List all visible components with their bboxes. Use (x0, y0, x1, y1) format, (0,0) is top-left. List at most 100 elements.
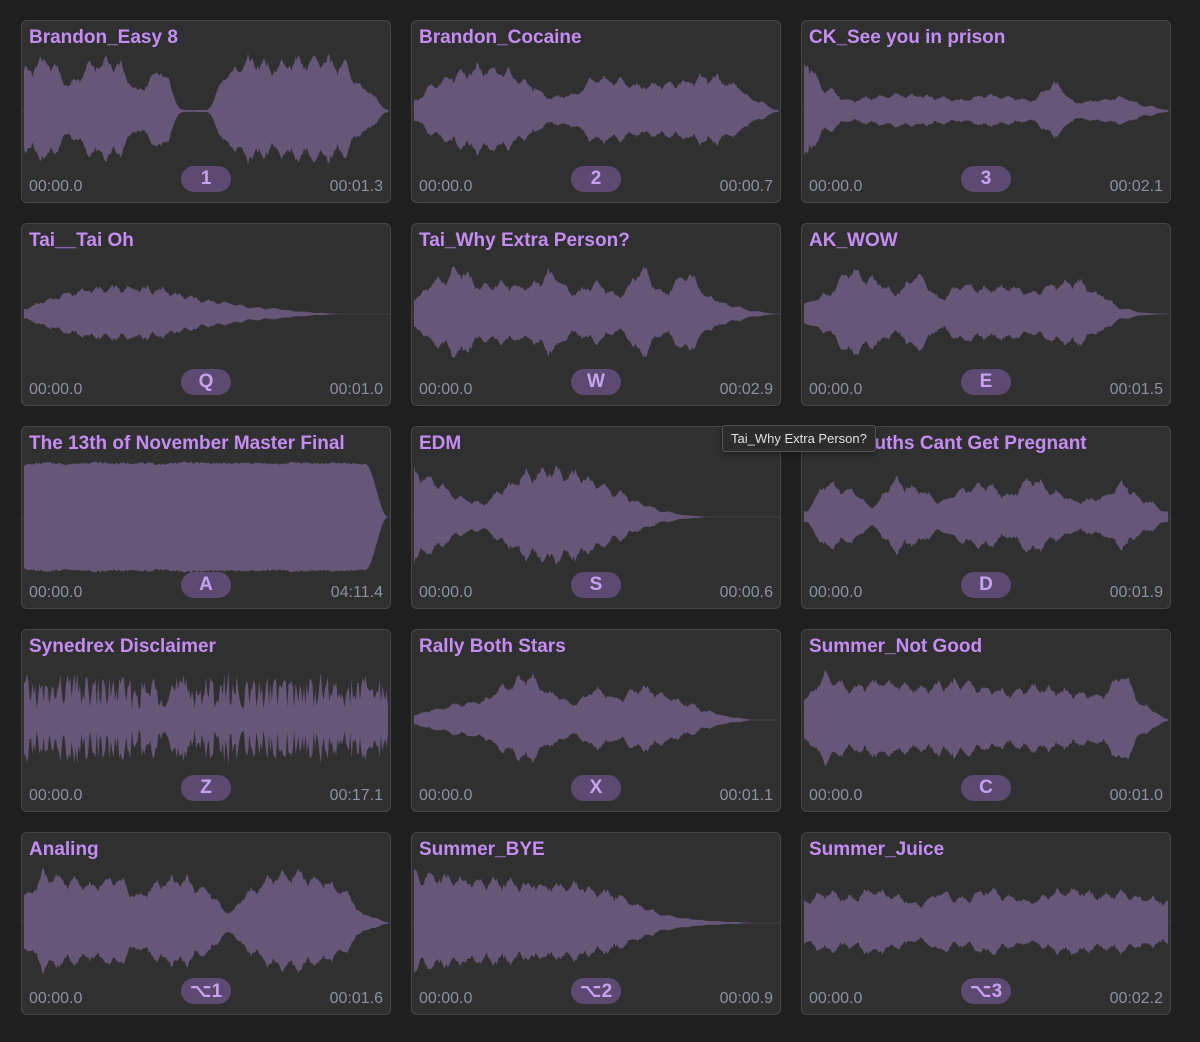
waveform-shape (804, 476, 1168, 555)
hotkey-badge: S (571, 572, 621, 598)
pad-title: Tai_Why Extra Person? (419, 230, 630, 251)
waveform (802, 887, 1170, 956)
hotkey-badge: W (571, 369, 621, 395)
sound-pad[interactable]: Summer_Not Good 00:00.0 C 00:01.0 (801, 629, 1171, 812)
waveform-shape (414, 266, 778, 358)
sound-pad[interactable]: Brandon_Easy 8 00:00.0 1 00:01.3 (21, 20, 391, 203)
start-time: 00:00.0 (809, 381, 863, 398)
pad-title: Rally Both Stars (419, 636, 566, 657)
end-time: 00:01.3 (329, 178, 383, 195)
pad-title: Summer_BYE (419, 839, 545, 860)
pad-title: Summer_Juice (809, 839, 945, 860)
end-time: 00:01.9 (1109, 584, 1163, 601)
pad-title: Synedrex Disclaimer (29, 636, 216, 657)
soundboard-grid: Brandon_Easy 8 00:00.0 1 00:01.3 Brandon_Coc… (21, 20, 1171, 1015)
waveform (802, 62, 1170, 156)
end-time: 04:11.4 (330, 584, 383, 601)
waveform-shape (24, 284, 388, 342)
sound-pad[interactable]: Synedrex Disclaimer 00:00.0 Z 00:17.1 (21, 629, 391, 812)
waveform-shape (414, 465, 778, 565)
pad-title: CK_See you in prison (809, 27, 1006, 48)
start-time: 00:00.0 (809, 990, 863, 1007)
start-time: 00:00.0 (29, 787, 83, 804)
waveform-shape (414, 868, 778, 973)
waveform (412, 672, 780, 764)
hotkey-badge: 3 (961, 166, 1011, 192)
start-time: 00:00.0 (29, 584, 83, 601)
waveform (412, 61, 780, 157)
end-time: 00:00.9 (719, 990, 773, 1007)
hotkey-badge: Z (181, 775, 231, 801)
end-time: 00:01.5 (1109, 381, 1163, 398)
waveform (412, 465, 780, 565)
start-time: 00:00.0 (29, 990, 83, 1007)
start-time: 00:00.0 (809, 584, 863, 601)
pad-title: The 13th of November Master Final (29, 433, 345, 454)
waveform (22, 284, 390, 342)
pad-title: AK_WOW (809, 230, 898, 251)
waveform-shape (804, 887, 1168, 956)
start-time: 00:00.0 (809, 787, 863, 804)
sound-pad[interactable]: Summer_Juice 00:00.0 ⌥3 00:02.2 (801, 832, 1171, 1015)
pad-title: Analing (29, 839, 99, 860)
waveform (802, 269, 1170, 356)
sound-pad[interactable]: Summer_BYE 00:00.0 ⌥2 00:00.9 (411, 832, 781, 1015)
start-time: 00:00.0 (419, 990, 473, 1007)
end-time: 00:01.0 (329, 381, 383, 398)
hotkey-badge: 1 (181, 166, 231, 192)
waveform (412, 868, 780, 973)
end-time: 00:01.6 (329, 990, 383, 1007)
pad-title: EDM (419, 433, 462, 454)
sound-pad[interactable]: AK_WOW 00:00.0 E 00:01.5 (801, 223, 1171, 406)
sound-pad[interactable]: Rally Both Stars 00:00.0 X 00:01.1 (411, 629, 781, 812)
hotkey-badge: E (961, 369, 1011, 395)
start-time: 00:00.0 (419, 584, 473, 601)
start-time: 00:00.0 (419, 787, 473, 804)
waveform (22, 867, 390, 974)
end-time: 00:00.6 (719, 584, 773, 601)
hotkey-badge: A (181, 572, 231, 598)
hotkey-badge: ⌥3 (961, 978, 1011, 1004)
waveform (412, 266, 780, 358)
end-time: 00:01.0 (1109, 787, 1163, 804)
sound-pad[interactable]: Brandon_Cocaine 00:00.0 2 00:00.7 (411, 20, 781, 203)
hotkey-badge: Q (181, 369, 231, 395)
waveform (802, 476, 1170, 555)
hotkey-badge: X (571, 775, 621, 801)
sound-pad[interactable]: CK_See you in prison 00:00.0 3 00:02.1 (801, 20, 1171, 203)
hotkey-badge: 2 (571, 166, 621, 192)
start-time: 00:00.0 (29, 381, 83, 398)
waveform (22, 461, 390, 573)
waveform (22, 53, 390, 165)
waveform-shape (414, 61, 778, 157)
sound-pad[interactable]: Tai_Why Extra Person? 00:00.0 W 00:02.9 (411, 223, 781, 406)
pad-title: Summer_Not Good (809, 636, 983, 657)
waveform-shape (24, 53, 388, 165)
waveform-shape (24, 867, 388, 974)
sound-pad[interactable]: Analing 00:00.0 ⌥1 00:01.6 (21, 832, 391, 1015)
sound-pad[interactable]: The 13th of November Master Final 00:00.0… (21, 426, 391, 609)
tooltip: Tai_Why Extra Person? (722, 425, 876, 452)
end-time: 00:02.9 (719, 381, 773, 398)
waveform-shape (414, 672, 778, 764)
waveform (802, 669, 1170, 766)
pad-title: Brandon_Easy 8 (29, 27, 178, 48)
sound-pad[interactable]: Tai__Tai Oh 00:00.0 Q 00:01.0 (21, 223, 391, 406)
hotkey-badge: D (961, 572, 1011, 598)
pad-title: Brandon_Cocaine (419, 27, 582, 48)
waveform-shape (24, 671, 388, 765)
start-time: 00:00.0 (419, 178, 473, 195)
end-time: 00:17.1 (329, 787, 383, 804)
waveform (22, 671, 390, 765)
sound-pad[interactable]: EDM 00:00.0 S 00:00.6 (411, 426, 781, 609)
pad-title: Tai__Tai Oh (29, 230, 134, 251)
waveform-shape (804, 669, 1168, 766)
end-time: 00:00.7 (719, 178, 773, 195)
hotkey-badge: C (961, 775, 1011, 801)
end-time: 00:02.2 (1109, 990, 1163, 1007)
waveform-shape (24, 461, 388, 573)
start-time: 00:00.0 (29, 178, 83, 195)
hotkey-badge: ⌥2 (571, 978, 621, 1004)
sound-pad[interactable]: AK_Mouths Cant Get Pregnant 00:00.0 D 00:01… (801, 426, 1171, 609)
end-time: 00:01.1 (719, 787, 773, 804)
